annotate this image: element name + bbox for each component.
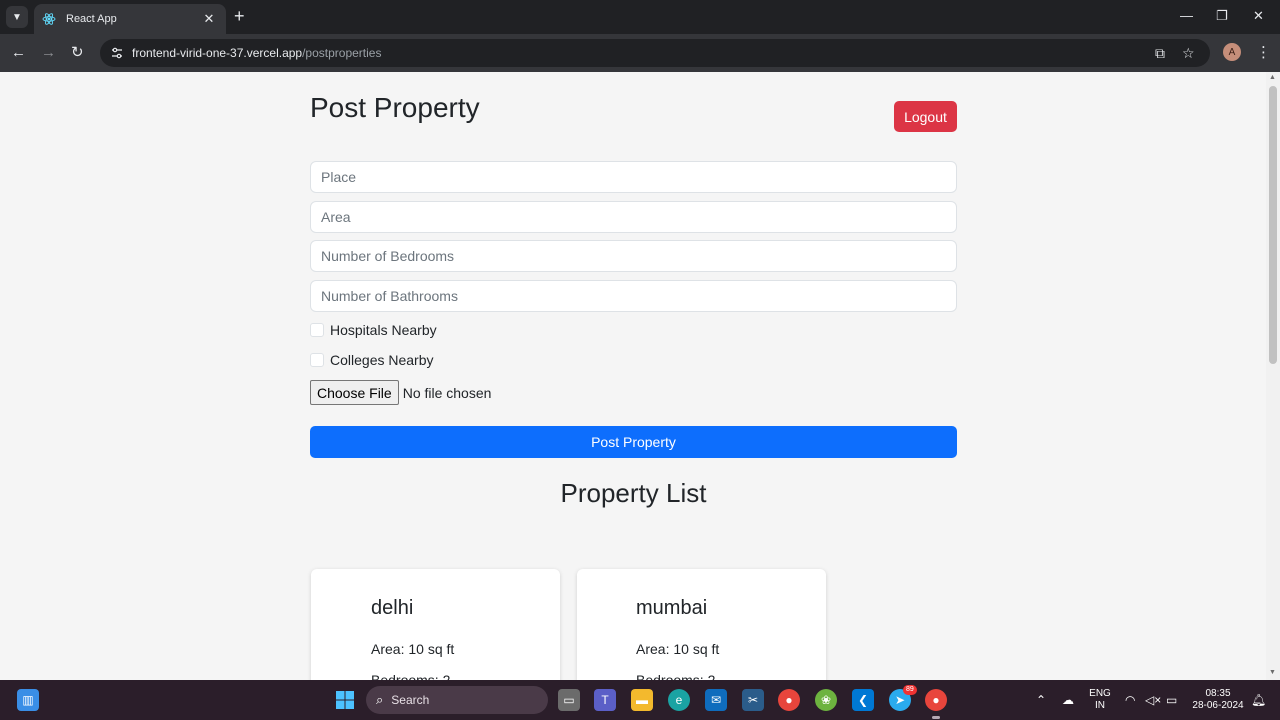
input-language[interactable]: ENG IN	[1088, 688, 1112, 712]
browser-tab[interactable]: React App ✕	[34, 4, 226, 34]
site-settings-icon[interactable]	[110, 46, 124, 60]
browser-toolbar: ← → ↻ frontend-virid-one-37.vercel.app/p…	[0, 34, 1280, 72]
property-area: Area: 10 sq ft	[636, 641, 720, 657]
speaker-muted-icon[interactable]: ◁×	[1145, 693, 1161, 707]
property-card: mumbai Area: 10 sq ft Bedrooms: 2	[577, 569, 826, 680]
hospitals-label: Hospitals Nearby	[330, 322, 437, 338]
tab-close-icon[interactable]: ✕	[200, 11, 218, 27]
battery-icon[interactable]: ▭	[1166, 693, 1177, 707]
place-input[interactable]	[310, 161, 957, 193]
url-text: frontend-virid-one-37.vercel.app/postpro…	[132, 46, 381, 60]
reload-icon[interactable]: ↻	[71, 44, 84, 62]
property-place: delhi	[371, 597, 414, 619]
install-app-icon[interactable]: ⧉	[1155, 44, 1165, 62]
back-arrow-icon[interactable]: ←	[11, 44, 26, 62]
address-bar[interactable]: frontend-virid-one-37.vercel.app/postpro…	[100, 39, 1210, 67]
lang-top: ENG	[1089, 688, 1111, 699]
windows-taskbar: ▥ ⌕ Search ▭ T ▬ e ✉ ✂ ● ❀ ❮ ➤ 89 ● ⌃ ☁ …	[0, 680, 1280, 720]
search-icon: ⌕	[376, 692, 384, 707]
onedrive-icon[interactable]: ☁	[1062, 693, 1074, 707]
clock-date: 28-06-2024	[1192, 700, 1244, 711]
area-input[interactable]	[310, 201, 957, 233]
bathrooms-input[interactable]	[310, 280, 957, 312]
property-area: Area: 10 sq ft	[371, 641, 455, 657]
colleges-label: Colleges Nearby	[330, 352, 434, 368]
colleges-checkbox-row[interactable]: Colleges Nearby	[310, 352, 434, 368]
tab-search-chevron-icon[interactable]: ▼	[6, 6, 28, 28]
colleges-checkbox[interactable]	[310, 353, 324, 367]
snipping-tool-icon[interactable]: ✂	[742, 689, 764, 711]
property-list-title: Property List	[560, 478, 707, 508]
taskbar-search[interactable]: ⌕ Search	[366, 686, 548, 714]
widgets-icon[interactable]: ▥	[17, 689, 39, 711]
chrome-profile-icon[interactable]: ●	[925, 689, 947, 711]
property-place: mumbai	[636, 597, 708, 619]
window-close-icon[interactable]: ✕	[1253, 8, 1264, 24]
active-app-indicator	[932, 716, 940, 719]
restore-icon[interactable]: ❐	[1216, 8, 1228, 24]
mail-icon[interactable]: ✉	[705, 689, 727, 711]
react-logo-icon	[42, 12, 56, 26]
chrome-icon[interactable]: ●	[778, 689, 800, 711]
property-bedrooms: Bedrooms: 2	[636, 672, 716, 680]
task-view-icon[interactable]: ▭	[558, 689, 580, 711]
new-tab-plus-icon[interactable]: +	[234, 7, 245, 25]
scroll-thumb[interactable]	[1269, 86, 1277, 364]
file-status-text: No file chosen	[402, 384, 492, 401]
teams-icon[interactable]: T	[594, 689, 616, 711]
hospitals-checkbox-row[interactable]: Hospitals Nearby	[310, 322, 437, 338]
profile-avatar[interactable]: A	[1223, 43, 1241, 61]
page-viewport: Post Property Logout Hospitals Nearby Co…	[0, 72, 1266, 680]
wifi-icon[interactable]: ◠	[1125, 693, 1135, 707]
clock-time: 08:35	[1205, 688, 1231, 699]
page-scrollbar[interactable]: ▲ ▼	[1266, 72, 1280, 680]
forward-arrow-icon[interactable]: →	[41, 44, 56, 62]
url-host: frontend-virid-one-37.vercel.app	[132, 46, 303, 60]
spring-tools-icon[interactable]: ❀	[815, 689, 837, 711]
scroll-down-icon[interactable]: ▼	[1269, 669, 1276, 676]
clock[interactable]: 08:35 28-06-2024	[1190, 688, 1246, 712]
hospitals-checkbox[interactable]	[310, 323, 324, 337]
minimize-icon[interactable]: —	[1180, 8, 1193, 23]
url-path: /postproperties	[302, 46, 382, 60]
notification-bell-icon[interactable]: 🔔︎	[1251, 693, 1266, 707]
vscode-icon[interactable]: ❮	[852, 689, 874, 711]
property-bedrooms: Bedrooms: 2	[371, 672, 451, 680]
start-windows-icon[interactable]	[334, 689, 356, 711]
property-card: delhi Area: 10 sq ft Bedrooms: 2	[311, 569, 560, 680]
file-upload: Choose File No file chosen	[310, 380, 491, 405]
logout-button[interactable]: Logout	[894, 101, 957, 132]
post-property-button[interactable]: Post Property	[310, 426, 957, 458]
bedrooms-input[interactable]	[310, 240, 957, 272]
browser-menu-icon[interactable]: ⋮	[1256, 43, 1271, 61]
tab-title: React App	[66, 13, 117, 25]
tray-overflow-chevron-icon[interactable]: ⌃	[1036, 693, 1046, 707]
page-title: Post Property	[310, 92, 480, 123]
file-explorer-icon[interactable]: ▬	[631, 689, 653, 711]
search-label: Search	[391, 693, 430, 707]
scroll-up-icon[interactable]: ▲	[1269, 74, 1276, 81]
lang-bottom: IN	[1095, 700, 1105, 711]
choose-file-button[interactable]: Choose File	[310, 380, 399, 405]
bookmark-star-icon[interactable]: ☆	[1182, 44, 1195, 62]
browser-tab-strip: ▼ React App ✕ + — ❐ ✕	[0, 0, 1280, 34]
telegram-badge: 89	[903, 685, 917, 695]
edge-icon[interactable]: e	[668, 689, 690, 711]
